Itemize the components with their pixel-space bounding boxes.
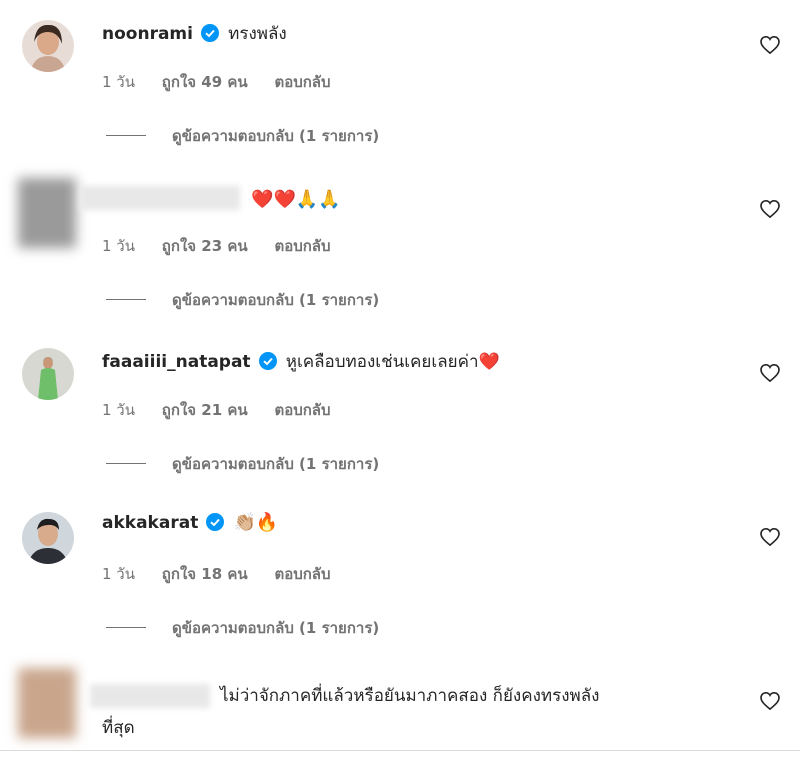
avatar[interactable]	[22, 512, 74, 564]
comment-time[interactable]: 1 วัน	[102, 73, 135, 91]
comment-text-continued: ที่สุด	[102, 718, 135, 738]
replies-divider	[106, 463, 146, 464]
avatar[interactable]	[22, 20, 74, 72]
reply-button[interactable]: ตอบกลับ	[274, 73, 330, 91]
username[interactable]: akkakarat	[102, 513, 198, 533]
like-heart-icon[interactable]	[760, 527, 780, 550]
likes-count[interactable]: ถูกใจ 49 คน	[162, 73, 248, 91]
username[interactable]: faaaiiii_natapat	[102, 352, 251, 372]
replies-divider	[106, 135, 146, 136]
likes-count[interactable]: ถูกใจ 21 คน	[162, 401, 248, 419]
view-replies-button[interactable]: ดูข้อความตอบกลับ (1 รายการ)	[106, 288, 379, 312]
view-replies-button[interactable]: ดูข้อความตอบกลับ (1 รายการ)	[106, 124, 379, 148]
like-heart-icon[interactable]	[760, 363, 780, 386]
comment-item: ❤️❤️🙏🙏 1 วัน ถูกใจ 23 คน ตอบกลับ ดูข้อคว…	[0, 170, 800, 330]
comment-text: 👏🏼🔥	[233, 512, 279, 533]
comment-item: faaaiiii_natapat หูเคลือบทองเช่นเคยเลยค่…	[0, 334, 800, 494]
verified-badge-icon	[258, 352, 277, 374]
like-heart-icon[interactable]	[760, 691, 780, 714]
reply-button[interactable]: ตอบกลับ	[274, 237, 330, 255]
comment-text: หูเคลือบทองเช่นเคยเลยค่า❤️	[285, 352, 500, 372]
username-redacted[interactable]	[80, 186, 240, 210]
like-heart-icon[interactable]	[760, 35, 780, 58]
view-replies-label: ดูข้อความตอบกลับ (1 รายการ)	[172, 291, 380, 309]
view-replies-label: ดูข้อความตอบกลับ (1 รายการ)	[172, 619, 380, 637]
comment-item: akkakarat 👏🏼🔥 1 วัน ถูกใจ 18 คน ตอบกลับ …	[0, 498, 800, 658]
avatar[interactable]	[22, 348, 74, 400]
comment-text: ไม่ว่าจักภาคที่แล้วหรือยันมาภาคสอง ก็ยัง…	[220, 686, 600, 706]
replies-divider	[106, 627, 146, 628]
comment-time[interactable]: 1 วัน	[102, 401, 135, 419]
avatar[interactable]	[18, 178, 76, 248]
verified-badge-icon	[206, 513, 225, 535]
verified-badge-icon	[201, 24, 220, 46]
username-redacted[interactable]	[90, 684, 210, 708]
view-replies-label: ดูข้อความตอบกลับ (1 รายการ)	[172, 455, 380, 473]
reply-button[interactable]: ตอบกลับ	[274, 565, 330, 583]
avatar[interactable]	[18, 668, 76, 738]
username[interactable]: noonrami	[102, 24, 193, 44]
like-heart-icon[interactable]	[760, 199, 780, 222]
comment-item: noonrami ทรงพลัง 1 วัน ถูกใจ 49 คน ตอบกล…	[0, 6, 800, 166]
replies-divider	[106, 299, 146, 300]
view-replies-label: ดูข้อความตอบกลับ (1 รายการ)	[172, 127, 380, 145]
bottom-divider	[0, 750, 800, 751]
comment-text: ทรงพลัง	[228, 24, 287, 44]
comment-time[interactable]: 1 วัน	[102, 565, 135, 583]
view-replies-button[interactable]: ดูข้อความตอบกลับ (1 รายการ)	[106, 616, 379, 640]
reply-button[interactable]: ตอบกลับ	[274, 401, 330, 419]
comment-text: ❤️❤️🙏🙏	[251, 189, 341, 210]
likes-count[interactable]: ถูกใจ 18 คน	[162, 565, 248, 583]
comment-time[interactable]: 1 วัน	[102, 237, 135, 255]
comment-item: ไม่ว่าจักภาคที่แล้วหรือยันมาภาคสอง ก็ยัง…	[0, 662, 800, 748]
view-replies-button[interactable]: ดูข้อความตอบกลับ (1 รายการ)	[106, 452, 379, 476]
likes-count[interactable]: ถูกใจ 23 คน	[162, 237, 248, 255]
